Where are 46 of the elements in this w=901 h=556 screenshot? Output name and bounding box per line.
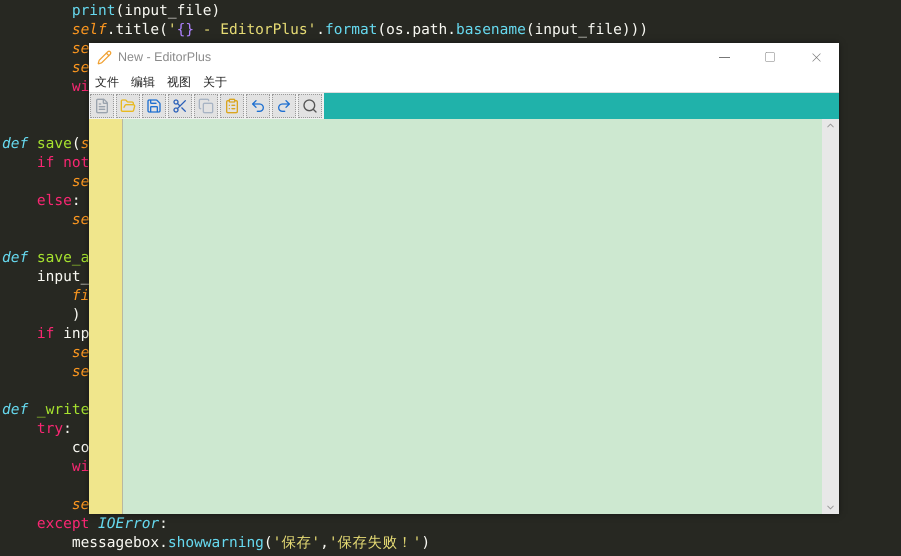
code-line: wi — [70, 79, 90, 95]
code-line: print(input_file) — [70, 3, 220, 19]
code-line: se — [70, 174, 90, 190]
toolbar-button[interactable] — [272, 94, 296, 118]
code-line: try: — [36, 421, 72, 437]
window-title: New - EditorPlus — [118, 48, 212, 66]
copy-icon — [198, 98, 214, 114]
toolbar-button[interactable] — [142, 94, 166, 118]
code-line: fi — [70, 288, 90, 304]
menu-item[interactable]: 视图 — [167, 72, 191, 90]
code-line: se — [70, 41, 90, 57]
code-line: se — [70, 212, 90, 228]
code-line: if not — [36, 155, 90, 171]
scissors-icon — [172, 98, 188, 114]
pencil-icon — [97, 50, 112, 64]
code-line: se — [70, 364, 90, 380]
folder-icon — [120, 98, 136, 114]
clipboard-icon — [224, 98, 240, 114]
code-line: wi — [70, 459, 90, 475]
undo-icon — [250, 98, 266, 114]
toolbar-button[interactable] — [246, 94, 270, 118]
redo-icon — [276, 98, 292, 114]
code-line: input_ — [36, 269, 90, 285]
code-line: co — [70, 440, 90, 456]
document-icon — [94, 98, 110, 114]
search-icon — [302, 98, 318, 114]
toolbar-button[interactable] — [168, 94, 192, 118]
minimize-icon — [718, 56, 730, 58]
code-line: def save(s — [2, 136, 90, 152]
code-line: ) — [70, 307, 81, 323]
code-line: def _write — [2, 402, 90, 418]
code-line: se — [70, 345, 90, 361]
code-line: except IOError: — [36, 516, 168, 532]
maximize-icon — [764, 51, 776, 63]
code-line: self.title('{} - EditorPlus'.format(os.path.basename(input_file))) — [70, 22, 648, 38]
menu-item[interactable]: 编辑 — [131, 72, 155, 90]
code-line: if inp — [36, 326, 90, 342]
toolbar-button[interactable] — [298, 94, 322, 118]
code-line: se — [70, 60, 90, 76]
code-line: messagebox.showwarning('保存','保存失败！') — [70, 535, 430, 551]
menu-item[interactable]: 关于 — [203, 72, 227, 90]
code-line: else: — [36, 193, 81, 209]
menu-item[interactable]: 文件 — [95, 72, 119, 90]
code-line: se — [70, 497, 90, 513]
code-line: def save_a — [2, 250, 90, 266]
scrollbar[interactable] — [822, 119, 839, 514]
